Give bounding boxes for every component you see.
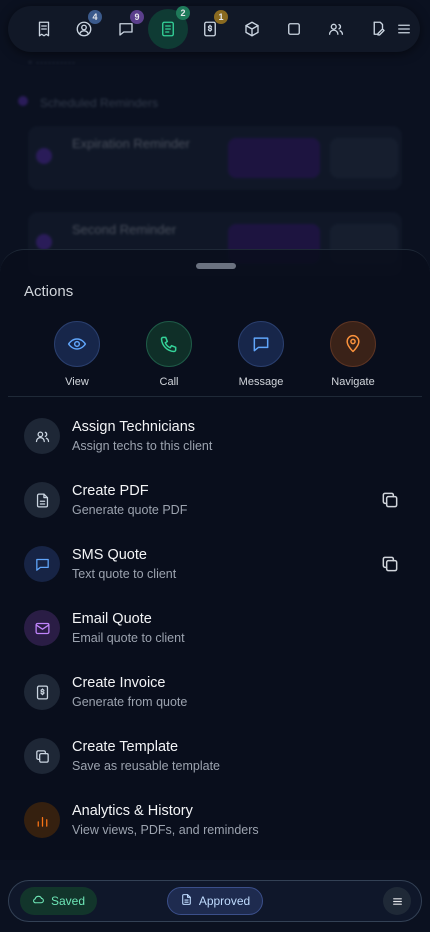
cube-icon — [243, 20, 261, 38]
square-icon — [285, 20, 303, 38]
saved-label: Saved — [50, 894, 86, 908]
sms-icon — [24, 546, 60, 582]
quick-action-label: Navigate — [331, 376, 375, 388]
action-assign-technicians[interactable]: Assign Technicians Assign techs to this c… — [0, 410, 430, 466]
chat-bubble-icon — [238, 321, 284, 367]
nav-menu-button[interactable] — [388, 13, 420, 45]
quick-action-view[interactable]: View — [37, 321, 117, 388]
pen-icon — [369, 20, 387, 38]
file-icon — [180, 893, 193, 909]
nav-users-button[interactable] — [320, 13, 352, 45]
notification-badge: 9 — [130, 10, 144, 24]
action-create-template[interactable]: Create Template Save as reusable template — [0, 730, 430, 786]
users-icon — [327, 20, 345, 38]
copy-icon[interactable] — [380, 490, 400, 510]
bg-scheduled-reminders: Scheduled Reminders — [40, 96, 159, 110]
menu-button[interactable] — [383, 887, 411, 915]
action-subtitle: Assign techs to this client — [72, 439, 213, 453]
nav-document-button[interactable]: 2 — [148, 6, 190, 49]
bg-pill — [330, 138, 398, 178]
action-title: Create Template — [72, 739, 179, 755]
document-icon — [159, 20, 177, 38]
cloud-icon — [32, 893, 45, 909]
nav-cube-button[interactable] — [236, 13, 268, 45]
bg-dot — [36, 148, 52, 164]
action-subtitle: Save as reusable template — [72, 759, 221, 773]
action-subtitle: View views, PDFs, and reminders — [72, 823, 259, 837]
bar-chart-icon — [24, 802, 60, 838]
actions-sheet: Actions View Call Message Navigate Assign T… — [0, 249, 430, 860]
quick-action-label: Call — [159, 376, 179, 388]
action-subtitle: Generate from quote — [72, 695, 188, 709]
users-icon — [24, 418, 60, 454]
nav-user-circle-button[interactable]: 4 — [68, 10, 102, 45]
approved-label: Approved — [198, 894, 251, 908]
action-subtitle: Text quote to client — [72, 567, 177, 581]
copy-icon[interactable] — [380, 554, 400, 574]
bg-dot — [18, 96, 28, 106]
action-title: Analytics & History — [72, 803, 193, 819]
action-email-quote[interactable]: Email Quote Email quote to client — [0, 602, 430, 658]
menu-icon — [391, 895, 404, 908]
notification-badge: 2 — [176, 6, 190, 20]
bg-expiration-reminder: Expiration Reminder — [72, 136, 190, 151]
saved-status-badge: Saved — [20, 887, 97, 915]
bottom-status-bar: Saved Approved — [8, 880, 422, 922]
quick-action-label: Message — [238, 376, 284, 388]
quick-action-label: View — [65, 376, 89, 388]
nav-invoice-button[interactable]: 1 — [194, 10, 228, 45]
top-nav-bar: 4 9 2 1 — [8, 6, 420, 52]
action-sms-quote[interactable]: SMS Quote Text quote to client — [0, 538, 430, 594]
approved-status-button[interactable]: Approved — [167, 887, 263, 915]
receipt-icon — [35, 20, 53, 38]
quick-action-navigate[interactable]: Navigate — [313, 321, 393, 388]
bg-pill — [228, 138, 320, 178]
nav-receipt-button[interactable] — [28, 13, 60, 45]
action-analytics-history[interactable]: Analytics & History View views, PDFs, and… — [0, 794, 430, 850]
map-pin-icon — [330, 321, 376, 367]
sheet-title: Actions — [24, 283, 74, 300]
sheet-drag-handle[interactable] — [196, 263, 236, 269]
action-create-invoice[interactable]: Create Invoice Generate from quote — [0, 666, 430, 722]
action-title: Create Invoice — [72, 675, 166, 691]
invoice-icon — [24, 674, 60, 710]
bg-second-reminder: Second Reminder — [72, 222, 177, 237]
phone-icon — [146, 321, 192, 367]
nav-square-button[interactable] — [278, 13, 310, 45]
action-title: Create PDF — [72, 483, 149, 499]
quick-action-message[interactable]: Message — [221, 321, 301, 388]
bg-line: ◦ ·········· — [28, 55, 76, 69]
mail-icon — [24, 610, 60, 646]
bg-dot — [36, 234, 52, 250]
copy-icon — [24, 738, 60, 774]
nav-chat-button[interactable]: 9 — [110, 10, 144, 45]
file-icon — [24, 482, 60, 518]
notification-badge: 4 — [88, 10, 102, 24]
action-create-pdf[interactable]: Create PDF Generate quote PDF — [0, 474, 430, 530]
eye-icon — [54, 321, 100, 367]
action-title: SMS Quote — [72, 547, 147, 563]
action-title: Assign Technicians — [72, 419, 196, 435]
action-title: Email Quote — [72, 611, 152, 627]
notification-badge: 1 — [214, 10, 228, 24]
quick-action-call[interactable]: Call — [129, 321, 209, 388]
action-subtitle: Generate quote PDF — [72, 503, 188, 517]
action-subtitle: Email quote to client — [72, 631, 185, 645]
divider — [8, 396, 422, 397]
menu-icon — [395, 20, 413, 38]
